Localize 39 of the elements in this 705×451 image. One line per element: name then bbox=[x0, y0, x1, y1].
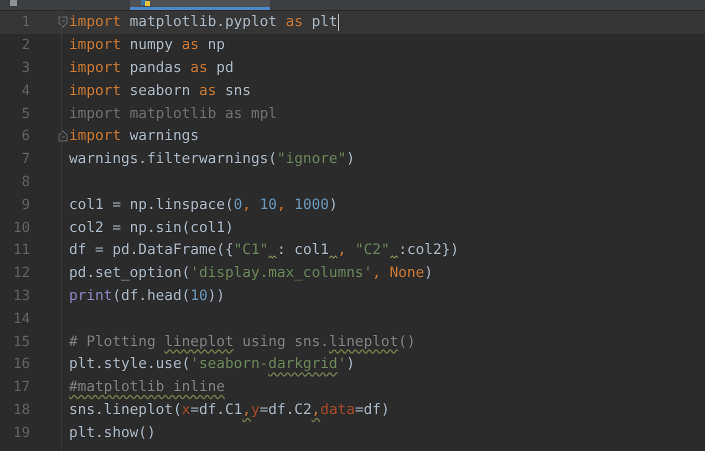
file-icon bbox=[8, 0, 20, 6]
line-number: 19 bbox=[12, 424, 30, 443]
line-number: 16 bbox=[12, 355, 30, 374]
code-line: import matplotlib as mpl bbox=[69, 104, 278, 124]
code-line: import numpy as np bbox=[69, 36, 226, 56]
code-line: import pandas as pd bbox=[69, 58, 235, 78]
line-number: 4 bbox=[20, 82, 30, 101]
line-number: 14 bbox=[12, 310, 30, 329]
fold-icon[interactable] bbox=[58, 130, 68, 142]
code-line: plt.show() bbox=[69, 424, 157, 443]
code-line: warnings.filterwarnings("ignore") bbox=[69, 150, 356, 170]
fold-icon[interactable] bbox=[58, 16, 68, 28]
line-number: 3 bbox=[20, 58, 30, 78]
line-number: 15 bbox=[12, 332, 30, 352]
line-number: 18 bbox=[12, 400, 30, 420]
code-line: # Plotting lineplot using sns.lineplot() bbox=[69, 332, 417, 352]
code-line: col2 = np.sin(col1) bbox=[69, 218, 235, 238]
line-number: 7 bbox=[20, 150, 30, 170]
line-number: 17 bbox=[12, 378, 30, 398]
code-line: import warnings bbox=[69, 127, 200, 146]
line-number: 11 bbox=[12, 241, 30, 260]
line-number: 9 bbox=[20, 196, 30, 215]
code-line: print(df.head(10)) bbox=[69, 286, 226, 306]
editor-tab[interactable] bbox=[130, 0, 270, 10]
line-number: 13 bbox=[12, 286, 30, 306]
code-line: col1 = np.linspace(0, 10, 1000) bbox=[69, 196, 339, 215]
code-line: import seaborn as sns bbox=[69, 82, 252, 101]
line-number: 12 bbox=[12, 264, 30, 284]
code-line: #matplotlib inline bbox=[69, 378, 226, 398]
line-number: 6 bbox=[20, 127, 30, 146]
python-file-icon bbox=[140, 0, 152, 6]
line-number: 5 bbox=[20, 104, 30, 124]
code-line: pd.set_option('display.max_columns', None) bbox=[69, 264, 434, 284]
line-number: 2 bbox=[20, 36, 30, 56]
code-line: plt.style.use('seaborn-darkgrid') bbox=[69, 355, 356, 374]
code-line: df = pd.DataFrame({"C1" : col1 , "C2" :col2}) bbox=[69, 241, 460, 261]
line-number: 8 bbox=[20, 172, 30, 192]
code-line: sns.lineplot(x=df.C1,y=df.C2,data=df) bbox=[69, 400, 391, 420]
line-number: 10 bbox=[12, 218, 30, 238]
